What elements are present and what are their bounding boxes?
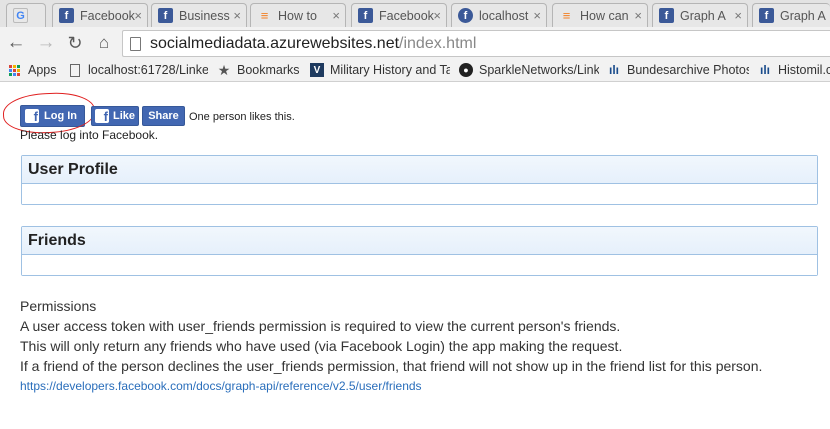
google-icon: G bbox=[13, 8, 28, 23]
page-icon bbox=[130, 36, 141, 51]
url-path: /index.html bbox=[399, 34, 477, 52]
tab-how-to[interactable]: ≡ How to × bbox=[250, 3, 346, 27]
bookmark-localhost[interactable]: localhost:61728/Linke bbox=[68, 63, 208, 77]
bookmark-label: Bundesarchive Photos bbox=[627, 63, 749, 77]
facebook-share-button[interactable]: Share bbox=[142, 106, 185, 126]
browser-toolbar: ← → ↻ ⌂ socialmediadata.azurewebsites.ne… bbox=[0, 27, 830, 60]
facebook-icon: f bbox=[358, 8, 373, 23]
apps-grid-icon bbox=[8, 63, 22, 77]
url-host: socialmediadata.azurewebsites.net bbox=[150, 34, 400, 52]
bookmark-label: Bookmarks bbox=[237, 63, 300, 77]
forward-arrow-icon[interactable]: → bbox=[35, 32, 57, 54]
tab-graph-2[interactable]: f Graph A bbox=[752, 3, 830, 27]
tab-facebook-1[interactable]: f Facebook × bbox=[52, 3, 148, 27]
facebook-like-button[interactable]: f Like bbox=[91, 106, 139, 126]
close-icon[interactable]: × bbox=[134, 8, 142, 23]
bookmark-bookmarks[interactable]: ★ Bookmarks bbox=[217, 63, 300, 77]
tab-business[interactable]: f Business × bbox=[151, 3, 247, 27]
bookmark-label: Apps bbox=[28, 63, 57, 77]
bookmark-military-history[interactable]: V Military History and Ta bbox=[310, 63, 450, 77]
share-label: Share bbox=[148, 110, 179, 122]
home-icon[interactable]: ⌂ bbox=[93, 32, 115, 54]
user-profile-panel: User Profile bbox=[21, 155, 818, 205]
friends-panel: Friends bbox=[21, 226, 818, 276]
url-text[interactable]: socialmediadata.azurewebsites.net/index.… bbox=[150, 35, 476, 53]
facebook-icon: f bbox=[659, 8, 674, 23]
bookmark-label: SparkleNetworks/Link bbox=[479, 63, 599, 77]
tab-title: localhost bbox=[479, 8, 529, 23]
bookmark-histomil[interactable]: ılı Histomil.c bbox=[758, 63, 830, 77]
back-arrow-icon[interactable]: ← bbox=[5, 32, 27, 54]
military-history-icon: V bbox=[310, 63, 324, 77]
bookmark-label: Military History and Ta bbox=[330, 63, 450, 77]
like-label: Like bbox=[113, 110, 136, 122]
github-icon: ● bbox=[459, 63, 473, 77]
reload-icon[interactable]: ↻ bbox=[64, 32, 86, 54]
bundesarchiv-icon: ılı bbox=[608, 63, 619, 77]
permissions-text-line: A user access token with user_friends pe… bbox=[20, 318, 621, 334]
bookmark-apps[interactable]: Apps bbox=[8, 63, 57, 77]
permissions-heading: Permissions bbox=[20, 298, 97, 314]
tab-title: How to bbox=[278, 8, 317, 23]
bookmark-label: localhost:61728/Linke bbox=[88, 63, 208, 77]
bookmarks-bar: Apps localhost:61728/Linke ★ Bookmarks V… bbox=[0, 60, 830, 82]
panel-body bbox=[22, 255, 817, 275]
tab-google[interactable]: G bbox=[6, 3, 46, 27]
tab-localhost[interactable]: f localhost × bbox=[451, 3, 547, 27]
login-status-text: Please log into Facebook. bbox=[20, 128, 159, 142]
stackoverflow-icon: ≡ bbox=[562, 8, 571, 23]
address-bar[interactable]: socialmediadata.azurewebsites.net/index.… bbox=[122, 30, 830, 57]
tab-facebook-2[interactable]: f Facebook × bbox=[351, 3, 447, 27]
panel-body bbox=[22, 184, 817, 204]
panel-title: User Profile bbox=[22, 156, 817, 184]
close-icon[interactable]: × bbox=[734, 8, 742, 23]
facebook-f-icon: f bbox=[95, 109, 109, 123]
page-content: f Log In f Like Share One person likes t… bbox=[0, 83, 830, 429]
facebook-circle-icon: f bbox=[458, 8, 473, 23]
permissions-text-line: If a friend of the person declines the u… bbox=[20, 358, 763, 374]
bookmark-bundesarchive[interactable]: ılı Bundesarchive Photos bbox=[607, 63, 749, 77]
panel-title: Friends bbox=[22, 227, 817, 255]
bundesarchiv-icon: ılı bbox=[759, 63, 770, 77]
facebook-icon: f bbox=[59, 8, 74, 23]
close-icon[interactable]: × bbox=[533, 8, 541, 23]
facebook-icon: f bbox=[759, 8, 774, 23]
stackoverflow-icon: ≡ bbox=[260, 8, 269, 23]
like-count-text: One person likes this. bbox=[189, 111, 295, 123]
facebook-icon: f bbox=[158, 8, 173, 23]
close-icon[interactable]: × bbox=[233, 8, 241, 23]
close-icon[interactable]: × bbox=[332, 8, 340, 23]
tab-title: Facebook bbox=[80, 8, 135, 23]
tab-title: Facebook bbox=[379, 8, 434, 23]
close-icon[interactable]: × bbox=[433, 8, 441, 23]
tab-title: How can bbox=[580, 8, 629, 23]
tab-title: Graph A bbox=[780, 8, 826, 23]
star-icon: ★ bbox=[217, 63, 231, 77]
tab-title: Business bbox=[179, 8, 230, 23]
graph-api-docs-link[interactable]: https://developers.facebook.com/docs/gra… bbox=[20, 379, 422, 393]
tab-title: Graph A bbox=[680, 8, 726, 23]
page-icon bbox=[68, 63, 82, 77]
tab-strip: G f Facebook × f Business × ≡ How to × f… bbox=[0, 0, 830, 27]
permissions-text-line: This will only return any friends who ha… bbox=[20, 338, 623, 354]
tab-how-can[interactable]: ≡ How can × bbox=[552, 3, 648, 27]
close-icon[interactable]: × bbox=[634, 8, 642, 23]
bookmark-label: Histomil.c bbox=[778, 63, 830, 77]
bookmark-github[interactable]: ● SparkleNetworks/Link bbox=[459, 63, 599, 77]
tab-graph-1[interactable]: f Graph A × bbox=[652, 3, 748, 27]
